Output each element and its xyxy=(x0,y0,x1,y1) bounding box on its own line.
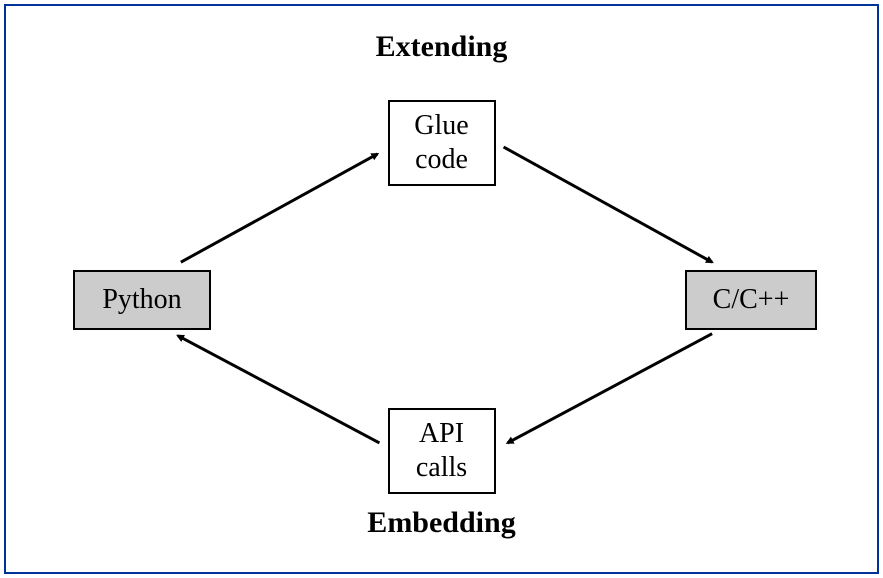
box-glue-text: Glue code xyxy=(414,109,468,176)
arrow-glue-to-ccpp xyxy=(504,147,713,262)
diagram-frame: Extending Python Glue code C/C++ API cal… xyxy=(4,4,879,574)
box-ccpp: C/C++ xyxy=(685,270,817,330)
arrow-api-to-python xyxy=(178,336,380,443)
label-embedding: Embedding xyxy=(367,506,515,540)
box-python: Python xyxy=(73,270,211,330)
arrow-python-to-glue xyxy=(181,154,378,262)
label-extending: Extending xyxy=(376,30,508,64)
box-glue-code: Glue code xyxy=(388,100,496,186)
box-python-text: Python xyxy=(102,283,181,317)
box-api-text: API calls xyxy=(416,417,467,484)
arrow-ccpp-to-api xyxy=(508,334,713,443)
box-ccpp-text: C/C++ xyxy=(713,283,790,317)
box-api-calls: API calls xyxy=(388,408,496,494)
